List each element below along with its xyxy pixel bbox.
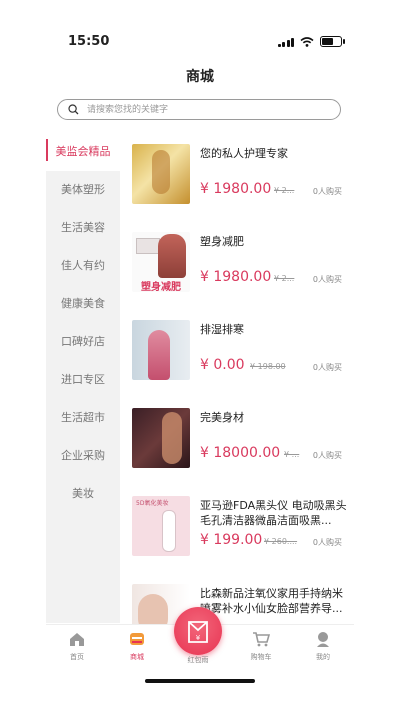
product-title: 您的私人护理专家	[200, 147, 288, 160]
user-icon	[317, 632, 329, 647]
shop-icon	[130, 633, 144, 645]
search-input[interactable]	[85, 103, 309, 116]
product-title: 亚马逊FDA黑头仪 电动吸黑头毛孔清洁器微晶洁面吸黑...	[200, 499, 347, 527]
product-image: 塑身减肥	[132, 232, 190, 292]
product-image	[132, 408, 190, 468]
redpacket-button[interactable]: ¥	[174, 607, 222, 655]
product-title: 比森新品注氧仪家用手持纳米喷雾补水小仙女脸部营养导...	[200, 587, 343, 615]
product-item[interactable]: 塑身减肥 塑身减肥 ¥ 1980.00 ¥ 2... 0人购买	[130, 228, 350, 308]
tab-redpacket-label: 红包雨	[187, 656, 209, 664]
product-image-caption: 5D氧化美妆	[136, 500, 169, 507]
product-old-price: ¥ 260....	[264, 537, 298, 546]
battery-icon	[320, 36, 345, 47]
product-price: ¥ 199.00	[200, 532, 263, 548]
product-item[interactable]: 完美身材 ¥ 18000.00 ¥ ... 0人购买	[130, 404, 350, 484]
tab-cart-label: 购物车	[250, 653, 272, 661]
tab-home-label: 首页	[70, 653, 84, 661]
product-old-price: ¥ 198.00	[250, 362, 286, 371]
product-item[interactable]: 排湿排寒 ¥ 0.00 ¥ 198.00 0人购买	[130, 316, 350, 396]
tab-cart[interactable]: 购物车	[236, 631, 286, 662]
product-image	[132, 320, 190, 380]
product-sold-count: 0人购买	[312, 275, 342, 284]
page-title: 商城	[186, 69, 214, 85]
category-item[interactable]: 美体塑形	[46, 171, 120, 209]
product-item[interactable]: 您的私人护理专家 ¥ 1980.00 ¥ 2... 0人购买	[130, 140, 350, 220]
cart-icon	[253, 632, 271, 647]
category-item[interactable]: 生活美容	[46, 209, 120, 247]
tab-mall[interactable]: 商城	[112, 631, 162, 662]
product-price: ¥ 1980.00	[200, 181, 272, 197]
category-item[interactable]: 生活超市	[46, 399, 120, 437]
product-price: ¥ 1980.00	[200, 269, 272, 285]
status-time: 15:50	[68, 34, 110, 49]
signal-icon	[277, 37, 294, 47]
product-title: 完美身材	[200, 411, 244, 424]
product-image-caption: 塑身减肥	[141, 282, 181, 292]
category-item[interactable]: 口碑好店	[46, 323, 120, 361]
product-old-price: ¥ ...	[284, 450, 300, 459]
svg-text:¥: ¥	[196, 634, 201, 642]
product-price: ¥ 0.00	[200, 357, 245, 373]
product-image	[132, 144, 190, 204]
product-title: 塑身减肥	[200, 235, 244, 248]
tab-mall-label: 商城	[130, 653, 144, 661]
home-icon	[70, 633, 84, 646]
product-sold-count: 0人购买	[312, 187, 342, 196]
category-sidebar: 美监会精品 美体塑形 生活美容 佳人有约 健康美食 口碑好店 进口专区 生活超市…	[46, 133, 120, 623]
product-price: ¥ 18000.00	[200, 445, 281, 461]
search-icon	[68, 104, 79, 115]
product-sold-count: 0人购买	[312, 363, 342, 372]
category-item[interactable]: 进口专区	[46, 361, 120, 399]
product-image: 5D氧化美妆	[132, 496, 190, 556]
redpacket-icon: ¥	[188, 621, 208, 643]
tab-home[interactable]: 首页	[52, 631, 102, 662]
product-title: 排湿排寒	[200, 323, 244, 336]
status-bar: 15:50	[0, 0, 400, 56]
bottom-tab-bar: 首页 商城 ¥ 红包雨 购物车 我的	[46, 607, 354, 671]
product-item[interactable]: 比森新品注氧仪家用手持纳米喷雾补水小仙女脸部营养导...	[130, 580, 350, 624]
category-item[interactable]: 企业采购	[46, 437, 120, 475]
home-indicator	[145, 679, 255, 683]
category-item[interactable]: 美妆	[46, 475, 120, 513]
status-icons	[277, 36, 345, 47]
product-old-price: ¥ 2...	[274, 186, 295, 195]
product-sold-count: 0人购买	[312, 538, 342, 547]
wifi-icon	[300, 36, 314, 47]
search-bar[interactable]	[57, 99, 341, 120]
category-item[interactable]: 健康美食	[46, 285, 120, 323]
product-old-price: ¥ 2...	[274, 274, 295, 283]
product-sold-count: 0人购买	[312, 451, 342, 460]
category-item[interactable]: 美监会精品	[46, 133, 120, 171]
tab-mine-label: 我的	[316, 653, 330, 661]
tab-mine[interactable]: 我的	[298, 631, 348, 662]
category-item[interactable]: 佳人有约	[46, 247, 120, 285]
product-item[interactable]: 5D氧化美妆 亚马逊FDA黑头仪 电动吸黑头毛孔清洁器微晶洁面吸黑... ¥ 1…	[130, 492, 350, 572]
